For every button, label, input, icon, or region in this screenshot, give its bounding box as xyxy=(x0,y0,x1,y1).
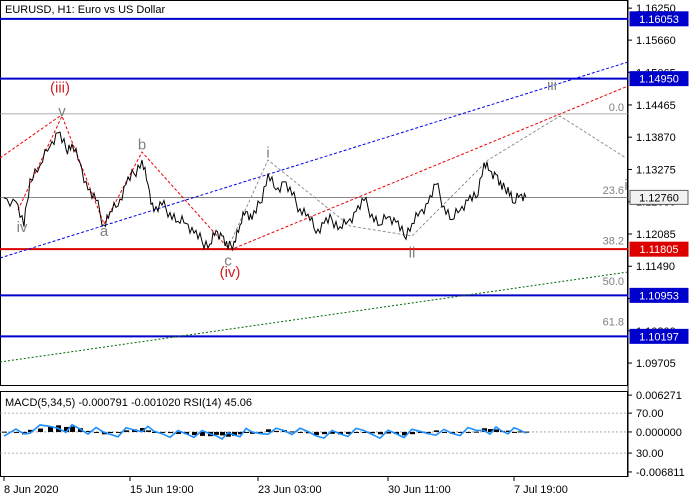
time-axis: 8 Jun 2020 15 Jun 19:00 23 Jun 03:00 30 Jun… xyxy=(3,477,568,496)
level-tag-label-4: 1.10953 xyxy=(639,290,679,302)
price-axis: 1.162501.156601.150651.144651.138701.132… xyxy=(628,3,676,370)
macd-bar-0 xyxy=(2,431,7,433)
time-label-1: 15 Jun 19:00 xyxy=(130,484,194,496)
wave-label-2: b xyxy=(138,137,146,154)
macd-bar-64 xyxy=(494,429,499,432)
macd-bar-67 xyxy=(512,431,517,433)
fib-label-3: 50.0 xyxy=(603,276,624,288)
macd-bar-42 xyxy=(322,431,327,435)
price-tick-label-4: 1.13870 xyxy=(636,132,676,144)
wave-label-10: ii xyxy=(409,245,416,262)
macd-bar-18 xyxy=(146,430,151,432)
macd-bar-28 xyxy=(220,431,225,436)
macd-bar-11 xyxy=(94,431,99,433)
chart-container: 0.0 23.6 38.2 50.0 61.8 (iii) v b i iii i iv a c (iv)… xyxy=(0,0,700,500)
macd-title: MACD(5,34,5) -0.000791 -0.001020 RSI(14)… xyxy=(5,397,252,409)
chart-svg: 0.023.638.250.061.8 (iii)vb iiiiiiv ac(iv)… xyxy=(0,0,689,496)
wave-label-3: i xyxy=(266,144,269,161)
wave-label-5: i xyxy=(624,177,627,194)
level-tag-label-0: 1.16053 xyxy=(639,14,679,26)
macd-bar-32 xyxy=(244,431,249,434)
macd-bar-36 xyxy=(274,430,279,432)
macd-bar-21 xyxy=(168,431,173,434)
macd-bar-35 xyxy=(266,429,271,432)
price-panel-frame xyxy=(0,0,628,386)
time-label-2: 23 Jun 03:00 xyxy=(258,484,322,496)
wave-label-6: iv xyxy=(17,219,28,236)
chart-title: EURUSD, H1: Euro vs US Dollar xyxy=(5,4,165,16)
macd-bar-15 xyxy=(124,430,129,432)
level-tag-label-2: 1.12760 xyxy=(639,192,679,204)
macd-tick-label-3: 30.00 xyxy=(636,448,664,460)
macd-bar-56 xyxy=(434,430,439,432)
level-tag-label-3: 1.11805 xyxy=(640,244,679,256)
price-tick-label-5: 1.13275 xyxy=(636,164,676,176)
macd-bar-57 xyxy=(442,431,447,433)
macd-tick-label-0: 0.006271 xyxy=(636,390,682,402)
wave-label-7: a xyxy=(100,223,109,240)
macd-bar-53 xyxy=(410,431,415,435)
price-tick-label-3: 1.14465 xyxy=(636,100,676,112)
wave-label-1: v xyxy=(58,103,66,120)
fib-label-4: 61.8 xyxy=(603,317,624,329)
macd-bar-46 xyxy=(354,431,359,434)
time-label-4: 7 Jul 19:00 xyxy=(514,484,568,496)
price-tick-label-11: 1.09705 xyxy=(636,358,676,370)
level-tags: 1.16053 1.14950 1.12760 1.11805 1.10953 1.101… xyxy=(629,11,689,344)
fib-label-2: 38.2 xyxy=(603,235,624,247)
macd-bar-49 xyxy=(378,431,383,435)
macd-bar-27 xyxy=(214,431,219,435)
fib-label-0: 0.0 xyxy=(609,102,624,114)
fib-label-1: 23.6 xyxy=(603,185,624,197)
price-tick-label-1: 1.15660 xyxy=(636,35,676,47)
macd-bar-60 xyxy=(466,431,471,433)
macd-axis: 0.006271 70.00 0.000000 30.00 -0.006811 xyxy=(628,390,685,479)
level-tag-label-5: 1.10197 xyxy=(639,331,679,343)
time-label-0: 8 Jun 2020 xyxy=(4,484,58,496)
macd-bar-39 xyxy=(298,431,303,433)
macd-tick-label-2: 0.000000 xyxy=(636,427,682,439)
macd-tick-label-1: 70.00 xyxy=(636,408,664,420)
macd-bar-1 xyxy=(14,431,19,433)
macd-tick-label-4: -0.006811 xyxy=(636,467,685,479)
macd-bar-4 xyxy=(38,428,43,432)
wave-label-9: (iv) xyxy=(220,264,241,281)
macd-bar-61 xyxy=(474,431,479,433)
level-tag-label-1: 1.14950 xyxy=(639,74,679,86)
wave-label-4: iii xyxy=(547,77,557,94)
price-tick-label-8: 1.11490 xyxy=(636,261,675,273)
time-label-3: 30 Jun 11:00 xyxy=(388,484,451,496)
price-tick-label-7: 1.12085 xyxy=(636,229,676,241)
macd-bar-13 xyxy=(108,431,113,434)
macd-bar-14 xyxy=(116,431,121,433)
wave-label-0: (iii) xyxy=(50,80,70,97)
